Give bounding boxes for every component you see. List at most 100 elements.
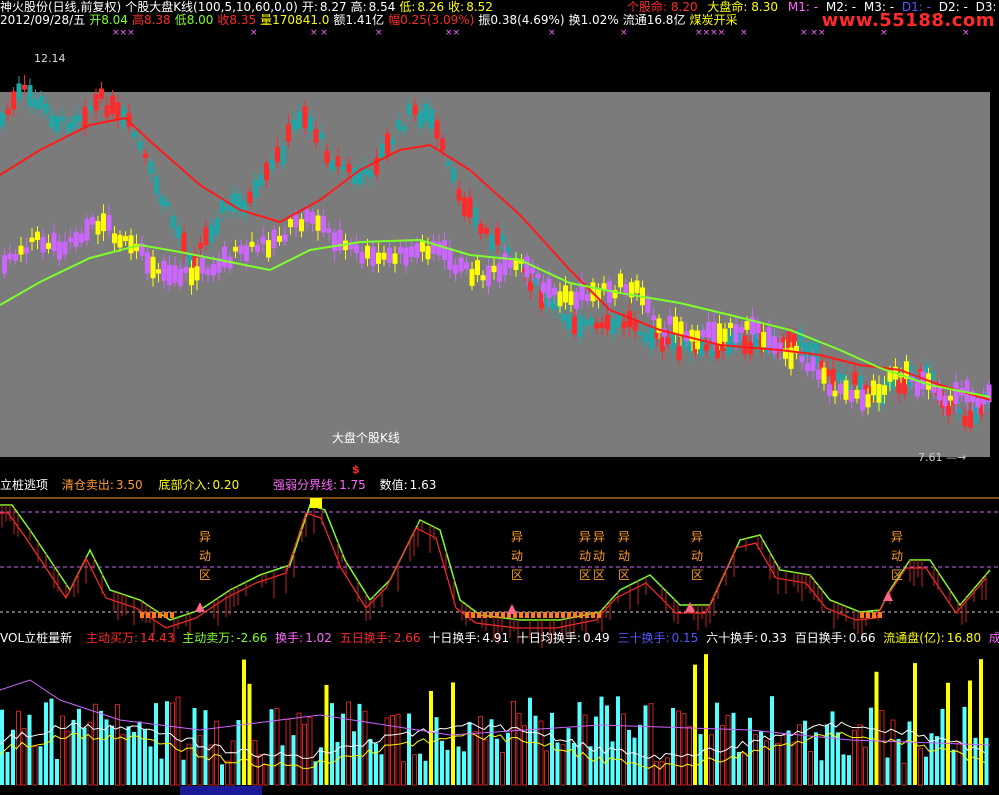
- candle-body: [332, 232, 337, 252]
- candle-body: [962, 415, 968, 427]
- candle-body: [440, 138, 445, 151]
- candle-body: [68, 237, 73, 242]
- volume-bar: [423, 760, 428, 785]
- candle-body: [480, 275, 486, 281]
- volume-bar: [825, 724, 829, 785]
- candle-body: [766, 327, 772, 349]
- volume-bar: [665, 757, 670, 786]
- candle-body: [821, 367, 827, 384]
- bottom-block: [501, 612, 505, 618]
- volume-bar: [786, 730, 791, 785]
- chart-canvas[interactable]: [0, 0, 999, 795]
- volume-bar: [137, 721, 142, 785]
- volume-bar: [836, 732, 840, 785]
- candle-body: [189, 267, 194, 286]
- volume-bar: [208, 744, 214, 786]
- candle-body: [82, 107, 88, 128]
- candle-body: [170, 216, 176, 229]
- bottom-block: [471, 612, 475, 618]
- t100-label: 百日换手:: [794, 631, 847, 645]
- candle-body: [282, 234, 288, 242]
- volume-bar: [874, 671, 879, 785]
- candle-body: [401, 126, 407, 132]
- candle-body: [330, 160, 335, 171]
- candle-body: [346, 164, 352, 173]
- candle-body: [497, 263, 502, 282]
- candle-body: [414, 243, 420, 258]
- volume-bar: [940, 708, 945, 785]
- candle-body: [975, 398, 981, 408]
- volume-bar: [38, 746, 43, 785]
- candle-body: [638, 331, 643, 336]
- candle-body: [242, 201, 247, 216]
- volume-bar: [60, 715, 65, 786]
- volume-bar: [220, 764, 224, 785]
- candle-body: [288, 219, 293, 228]
- volume-bar: [725, 714, 731, 786]
- candle-body: [368, 170, 374, 178]
- volume-bar: [720, 724, 725, 786]
- volume-bar: [186, 743, 192, 786]
- candle-body: [319, 132, 324, 140]
- t30-label: 三十换手:: [617, 631, 670, 645]
- volume-bar: [302, 723, 307, 786]
- volume-bar: [511, 700, 516, 786]
- t10avg-value: 0.49: [582, 631, 610, 645]
- candle-body: [942, 395, 948, 407]
- candle-body: [214, 218, 220, 234]
- candle-body: [253, 180, 258, 198]
- candle-body: [359, 252, 365, 264]
- candle-body: [387, 247, 392, 263]
- candle-body: [233, 246, 238, 252]
- candle-body: [150, 256, 156, 279]
- candle-body: [489, 235, 495, 251]
- candle-body: [264, 162, 269, 181]
- candle-body: [968, 410, 973, 428]
- volume-bar: [368, 738, 373, 785]
- candle-body: [392, 253, 398, 264]
- candle-body: [115, 102, 121, 120]
- candle-body: [299, 219, 304, 232]
- candle-body: [77, 114, 82, 121]
- candle-body: [176, 226, 181, 239]
- candle-body: [398, 246, 403, 254]
- candle-body: [57, 241, 62, 260]
- candle-body: [297, 111, 302, 129]
- volume-bar: [330, 703, 334, 785]
- zone-char: 异: [890, 530, 903, 544]
- time-axis[interactable]: [0, 786, 999, 795]
- bottom-block: [525, 612, 529, 618]
- candle-body: [341, 165, 346, 171]
- candle-body: [35, 231, 40, 241]
- t1-value: 1.02: [305, 631, 332, 645]
- volume-bar: [698, 734, 703, 785]
- volume-bar: [5, 751, 10, 785]
- candle-body: [2, 255, 7, 274]
- sell-label: 主动卖万:: [182, 631, 235, 645]
- volume-bar: [588, 746, 593, 785]
- volume-bar: [599, 696, 604, 785]
- candle-body: [860, 389, 865, 411]
- volume-bar: [522, 725, 527, 786]
- volume-bar: [357, 703, 362, 785]
- candle-body: [22, 84, 27, 90]
- candle-body: [442, 240, 447, 260]
- volume-bar: [968, 680, 972, 785]
- volume-bar: [258, 754, 263, 786]
- bottom-block: [489, 612, 493, 618]
- candle-body: [266, 240, 271, 258]
- candle-body: [704, 344, 709, 351]
- candle-body: [583, 319, 588, 326]
- candle-body: [222, 246, 227, 268]
- volume-bar: [847, 755, 851, 785]
- candle-body: [123, 236, 128, 242]
- bottom-block: [591, 612, 595, 618]
- candle-body: [530, 267, 535, 274]
- volume-bar: [495, 738, 499, 785]
- candle-body: [354, 244, 359, 254]
- zone-char: 异: [578, 530, 591, 544]
- candle-body: [810, 356, 816, 371]
- candle-body: [209, 225, 214, 243]
- candle-body: [286, 124, 291, 142]
- candle-body: [453, 264, 458, 274]
